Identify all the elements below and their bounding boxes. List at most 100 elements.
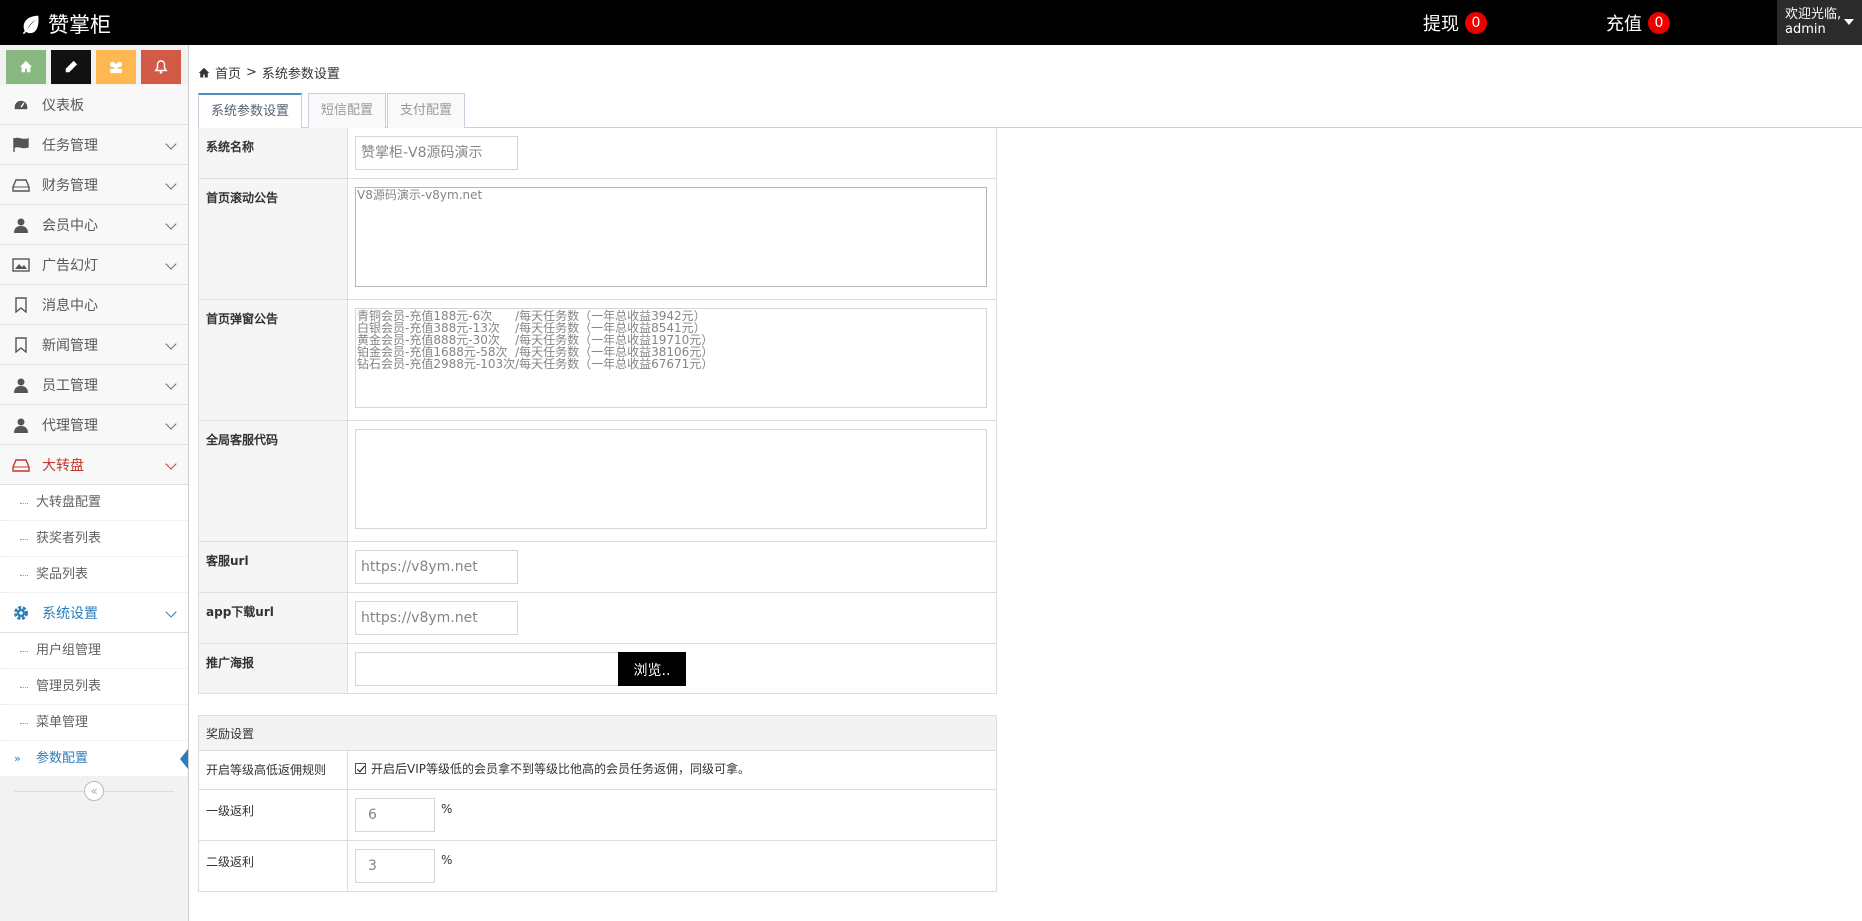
double-arrow-icon: » (14, 752, 21, 765)
sidebar-item-ads[interactable]: 广告幻灯 (0, 245, 188, 285)
withdraw-link[interactable]: 提现 0 (1423, 10, 1487, 36)
sidebar: 仪表板 任务管理 财务管理 会员中心 广告幻灯 消息中心 新闻管理 员工管理 代… (0, 45, 189, 921)
reward-section-title: 奖励设置 (198, 715, 997, 751)
sidebar-item-finance[interactable]: 财务管理 (0, 165, 188, 205)
settings-tabs: 系统参数设置 短信配置 支付配置 (198, 93, 1862, 129)
level1-rebate-input[interactable]: 6 (355, 798, 435, 832)
recharge-badge: 0 (1648, 12, 1670, 34)
sidebar-collapse-button[interactable]: « (84, 781, 104, 801)
bookmark-icon (12, 296, 30, 314)
breadcrumb: 首页 > 系统参数设置 (198, 63, 340, 82)
sidebar-item-label: 仪表板 (42, 97, 84, 114)
chevron-down-icon (165, 418, 177, 430)
sidebar-item-label: 大转盘 (42, 457, 84, 474)
level2-rebate-input[interactable]: 3 (355, 849, 435, 883)
active-marker (180, 749, 188, 769)
tab-sms-config[interactable]: 短信配置 (308, 93, 387, 128)
form-row-app-url: app下载url https://v8ym.net (199, 593, 996, 644)
field-label: 二级返利 (199, 841, 348, 891)
field-label: 首页弹窗公告 (199, 300, 348, 420)
withdraw-label: 提现 (1423, 14, 1459, 35)
field-label: 开启等级高低返佣规则 (199, 751, 348, 789)
user-menu[interactable]: 欢迎光临, admin (1777, 0, 1862, 45)
chevron-down-icon (165, 458, 177, 470)
bookmark-icon (12, 336, 30, 354)
system-name-input[interactable]: 赞掌柜-V8源码演示 (355, 136, 518, 170)
group-icon (109, 61, 123, 74)
dashboard-icon (12, 96, 30, 114)
shortcut-edit-button[interactable] (51, 50, 91, 84)
field-label: 一级返利 (199, 790, 348, 840)
service-url-input[interactable]: https://v8ym.net (355, 550, 518, 584)
browse-button[interactable]: 浏览.. (618, 652, 686, 686)
recharge-link[interactable]: 充值 0 (1606, 10, 1670, 36)
sidebar-item-label: 代理管理 (42, 417, 98, 434)
brand-logo[interactable]: 赞掌柜 (20, 9, 111, 39)
picture-icon (12, 256, 30, 274)
submenu-item-menus[interactable]: 菜单管理 (0, 705, 188, 741)
app-url-input[interactable]: https://v8ym.net (355, 601, 518, 635)
bell-icon (154, 60, 168, 74)
breadcrumb-home[interactable]: 首页 (215, 63, 241, 82)
popup-notice-textarea[interactable]: 青铜会员-充值188元-6次 /每天任务数（一年总收益3942元） 白银会员-充… (355, 308, 987, 408)
sidebar-item-messages[interactable]: 消息中心 (0, 285, 188, 325)
sidebar-item-label: 会员中心 (42, 217, 98, 234)
submenu-item-user-groups[interactable]: 用户组管理 (0, 633, 188, 669)
form-row-service-code: 全局客服代码 (199, 421, 996, 542)
form-row-level1: 一级返利 6% (199, 790, 996, 841)
home-icon (19, 60, 33, 73)
shortcut-users-button[interactable] (96, 50, 136, 84)
brand-name: 赞掌柜 (48, 13, 111, 37)
sidebar-item-dashboard[interactable]: 仪表板 (0, 85, 188, 125)
sidebar-item-news[interactable]: 新闻管理 (0, 325, 188, 365)
sidebar-item-wheel[interactable]: 大转盘 (0, 445, 188, 485)
field-label: 客服url (199, 542, 348, 592)
sidebar-nav: 仪表板 任务管理 财务管理 会员中心 广告幻灯 消息中心 新闻管理 员工管理 代… (0, 85, 188, 485)
level-rule-checkbox-row: 开启后VIP等级低的会员拿不到等级比他高的会员任务返佣，同级可拿。 (355, 757, 989, 777)
form-row-poster: 推广海报 浏览.. (199, 644, 996, 694)
level-rule-text: 开启后VIP等级低的会员拿不到等级比他高的会员任务返佣，同级可拿。 (371, 762, 750, 776)
service-code-textarea[interactable] (355, 429, 987, 529)
sidebar-item-agents[interactable]: 代理管理 (0, 405, 188, 445)
submenu-item-admins[interactable]: 管理员列表 (0, 669, 188, 705)
level-rule-checkbox[interactable] (355, 763, 366, 774)
sidebar-item-label: 广告幻灯 (42, 257, 98, 274)
sidebar-item-label: 系统设置 (42, 605, 98, 622)
form-row-system-name: 系统名称 赞掌柜-V8源码演示 (199, 128, 996, 179)
hdd-icon (12, 176, 30, 194)
shortcut-alerts-button[interactable] (141, 50, 181, 84)
pencil-icon (65, 60, 78, 73)
withdraw-badge: 0 (1465, 12, 1487, 34)
submenu-item-label: 参数配置 (36, 751, 89, 766)
chevron-down-icon (165, 606, 177, 618)
submenu-item-winners[interactable]: 获奖者列表 (0, 521, 188, 557)
form-row-popup-notice: 首页弹窗公告 青铜会员-充值188元-6次 /每天任务数（一年总收益3942元）… (199, 300, 996, 421)
percent-unit: % (441, 802, 453, 816)
field-label: 全局客服代码 (199, 421, 348, 541)
user-icon (12, 216, 30, 234)
sidebar-item-label: 任务管理 (42, 137, 98, 154)
shortcut-home-button[interactable] (6, 50, 46, 84)
tab-payment-config[interactable]: 支付配置 (387, 93, 466, 128)
submenu-item-prizes[interactable]: 奖品列表 (0, 557, 188, 593)
home-icon (198, 67, 210, 77)
sidebar-item-staff[interactable]: 员工管理 (0, 365, 188, 405)
field-label: 推广海报 (199, 644, 348, 693)
sidebar-item-system-settings[interactable]: 系统设置 (0, 593, 188, 633)
sidebar-item-members[interactable]: 会员中心 (0, 205, 188, 245)
user-icon (12, 416, 30, 434)
chevron-down-icon (165, 378, 177, 390)
scroll-notice-textarea[interactable]: V8源码演示-v8ym.net (355, 187, 987, 287)
sidebar-shortcuts (0, 45, 188, 85)
poster-file-input[interactable] (355, 652, 618, 686)
chevron-down-icon (165, 218, 177, 230)
form-row-level2: 二级返利 3% (199, 841, 996, 892)
recharge-label: 充值 (1606, 14, 1642, 35)
submenu-item-params[interactable]: » 参数配置 (0, 741, 188, 777)
tab-system-params[interactable]: 系统参数设置 (198, 93, 303, 129)
sidebar-collapse-row: « (0, 777, 188, 807)
submenu-item-wheel-config[interactable]: 大转盘配置 (0, 485, 188, 521)
caret-down-icon (1844, 19, 1854, 25)
poster-file-picker: 浏览.. (355, 652, 989, 686)
sidebar-item-tasks[interactable]: 任务管理 (0, 125, 188, 165)
